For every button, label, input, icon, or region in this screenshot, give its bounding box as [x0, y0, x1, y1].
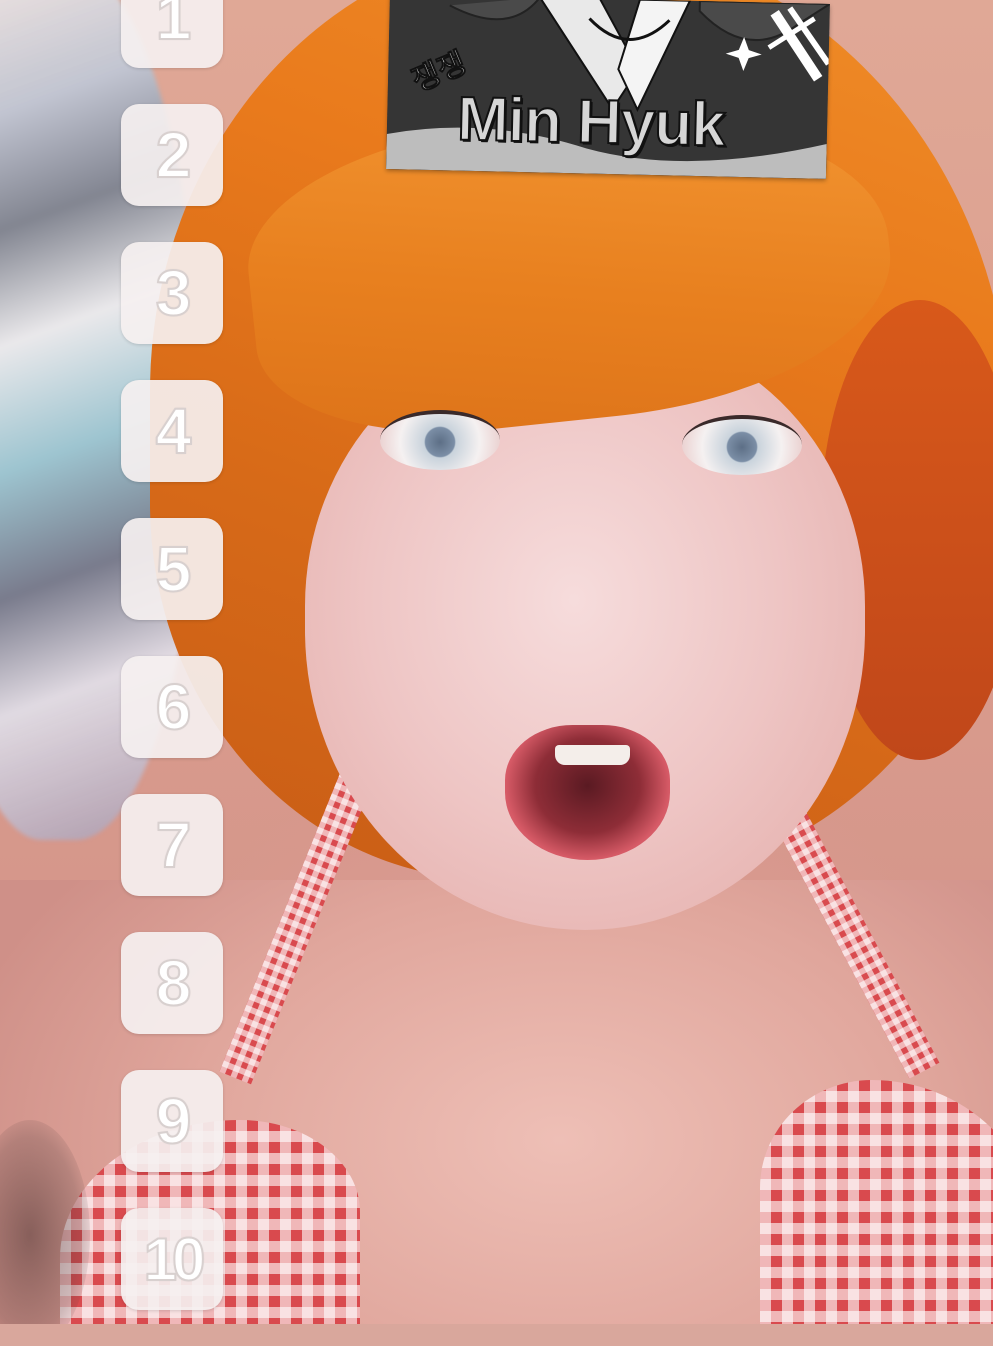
number-label: 9 [155, 1084, 193, 1158]
number-label: 5 [155, 532, 193, 606]
number-tile-3: 3 [121, 242, 223, 344]
number-tile-2: 2 [121, 104, 223, 206]
right-eye [682, 415, 802, 475]
ranking-number-list: 1 2 3 4 5 6 7 8 9 10 [121, 0, 223, 1346]
number-tile-9: 9 [121, 1070, 223, 1172]
number-label: 6 [155, 670, 193, 744]
manga-panel-sticker: 쟁쟁 Min Hyuk [386, 0, 830, 179]
number-tile-7: 7 [121, 794, 223, 896]
number-tile-1: 1 [121, 0, 223, 68]
number-tile-4: 4 [121, 380, 223, 482]
number-label: 7 [155, 808, 193, 882]
number-label: 4 [155, 394, 193, 468]
number-label: 8 [155, 946, 193, 1020]
gingham-top-right [760, 1080, 993, 1324]
number-label: 3 [155, 256, 193, 330]
number-tile-8: 8 [121, 932, 223, 1034]
sticker-title: Min Hyuk [455, 84, 726, 161]
left-eye [380, 410, 500, 470]
number-label: 1 [155, 0, 193, 54]
number-tile-5: 5 [121, 518, 223, 620]
number-label: 10 [143, 1225, 207, 1294]
number-tile-10: 10 [121, 1208, 223, 1310]
number-tile-6: 6 [121, 656, 223, 758]
number-label: 2 [155, 118, 193, 192]
teeth [555, 745, 630, 765]
